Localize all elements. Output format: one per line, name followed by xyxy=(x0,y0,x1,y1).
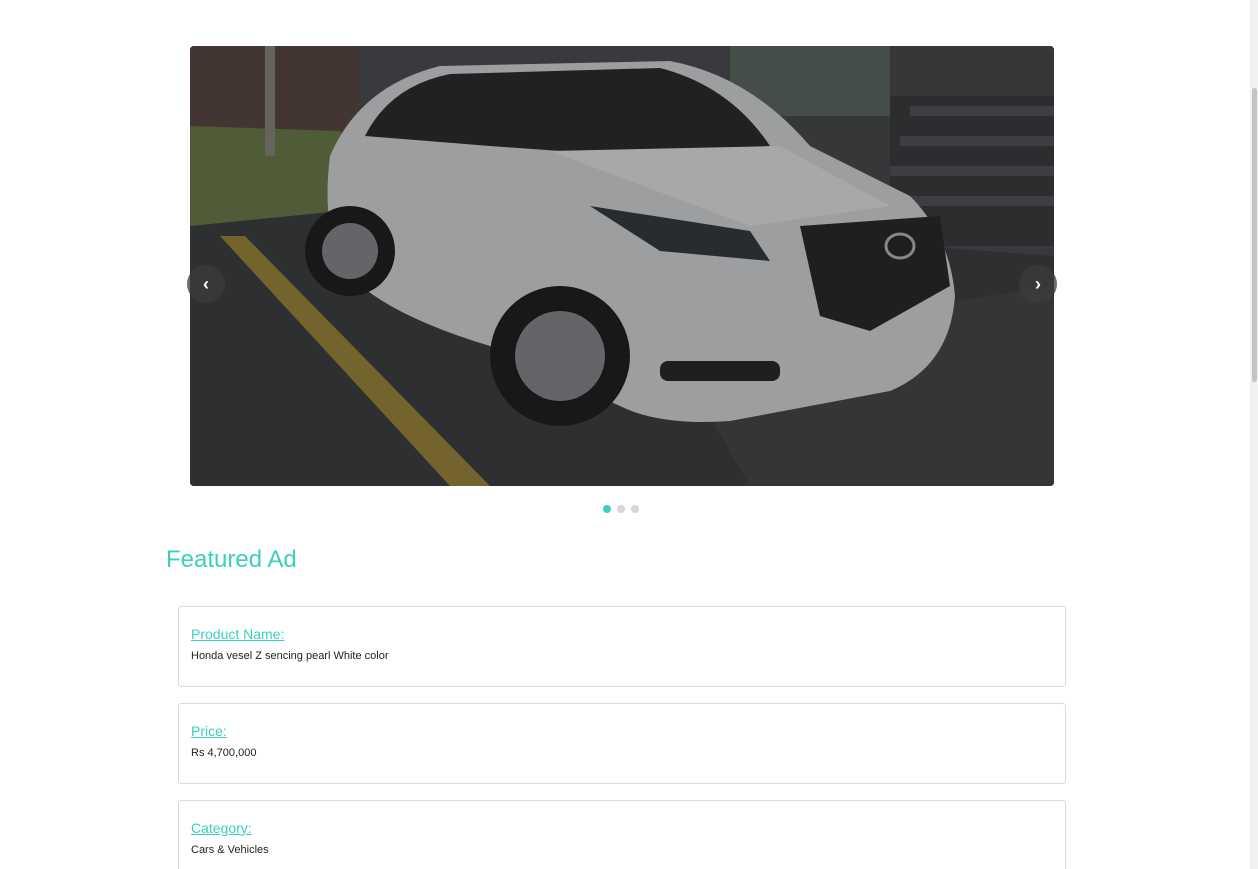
carousel-next-button[interactable]: › xyxy=(1019,265,1057,303)
detail-card-product-name: Product Name: Honda vesel Z sencing pear… xyxy=(178,606,1066,687)
detail-value: Honda vesel Z sencing pearl White color xyxy=(191,650,389,662)
carousel-indicators xyxy=(603,505,639,513)
carousel-dot-3[interactable] xyxy=(631,505,639,513)
image-carousel[interactable] xyxy=(190,46,1054,486)
detail-card-category: Category: Cars & Vehicles xyxy=(178,800,1066,869)
chevron-left-icon: ‹ xyxy=(203,273,209,294)
carousel-prev-button[interactable]: ‹ xyxy=(187,265,225,303)
carousel-dot-2[interactable] xyxy=(617,505,625,513)
chevron-right-icon: › xyxy=(1035,273,1041,294)
page: ‹ › Featured Ad Product Name: Honda vese… xyxy=(0,0,1258,869)
section-title: Featured Ad xyxy=(166,546,297,573)
scrollbar-track[interactable] xyxy=(1250,0,1258,869)
carousel-dot-1[interactable] xyxy=(603,505,611,513)
detail-label[interactable]: Price: xyxy=(191,723,1053,739)
detail-value: Cars & Vehicles xyxy=(191,844,269,856)
scrollbar-thumb[interactable] xyxy=(1252,88,1257,382)
detail-card-price: Price: Rs 4,700,000 xyxy=(178,703,1066,784)
car-photo xyxy=(190,46,1054,486)
detail-value: Rs 4,700,000 xyxy=(191,747,257,759)
detail-label[interactable]: Category: xyxy=(191,820,1053,836)
detail-label[interactable]: Product Name: xyxy=(191,626,1053,642)
